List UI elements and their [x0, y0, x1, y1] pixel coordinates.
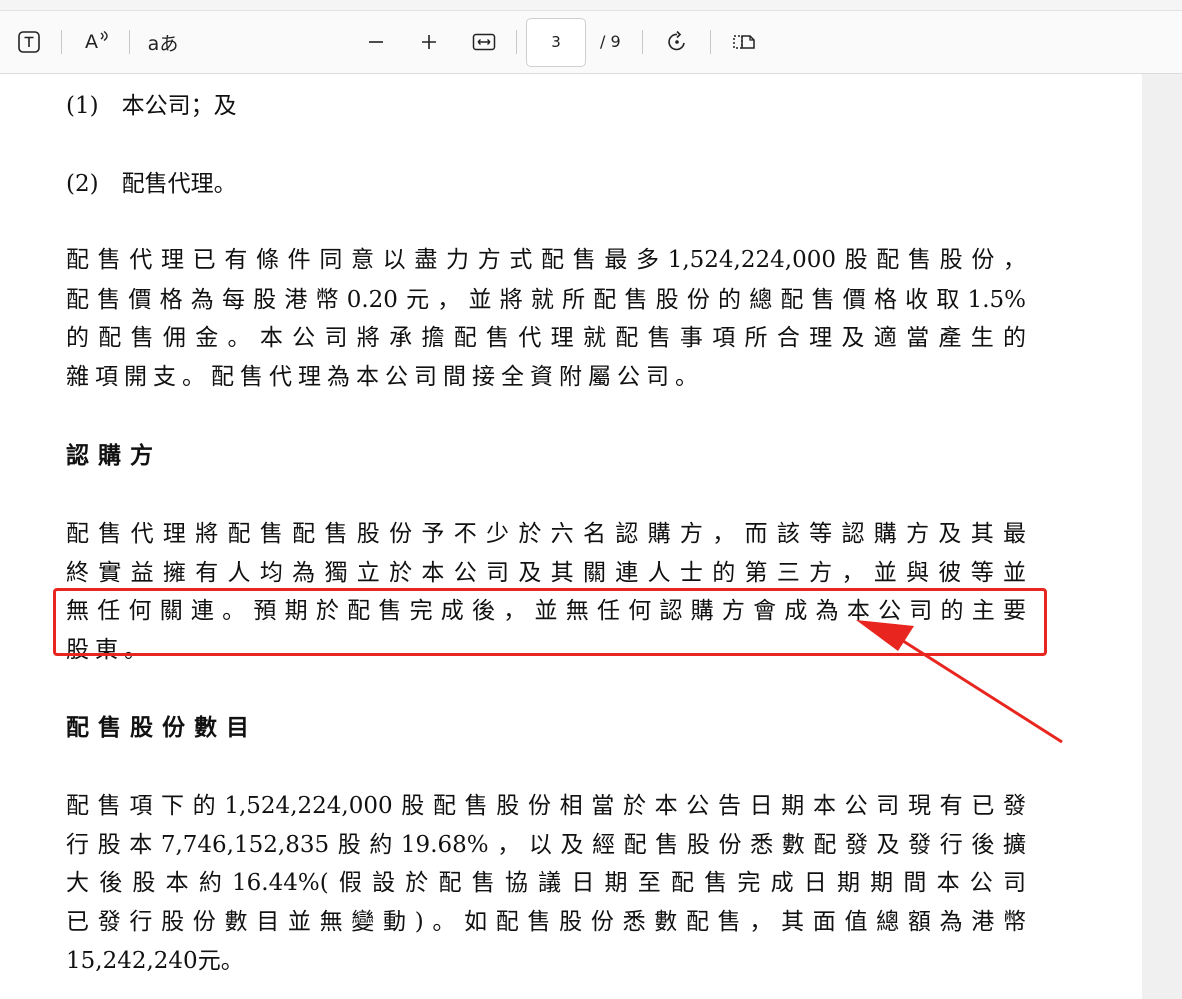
arrow-annotation-icon	[856, 620, 1063, 744]
